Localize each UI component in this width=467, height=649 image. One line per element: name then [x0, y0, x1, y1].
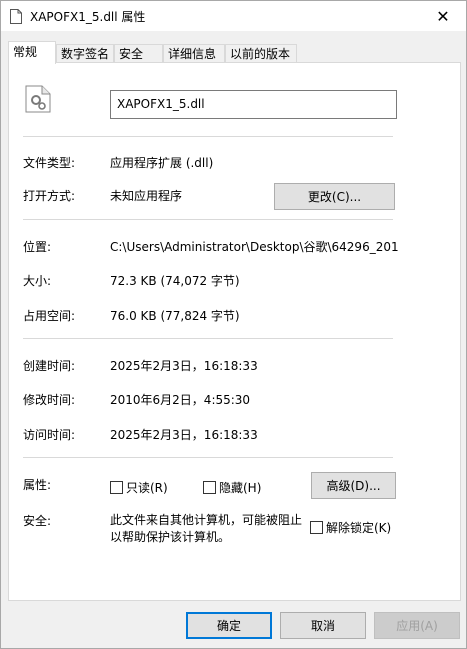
ok-button[interactable]: 确定 — [186, 612, 272, 639]
open-with-value: 未知应用程序 — [110, 189, 183, 203]
hidden-label: 隐藏(H) — [219, 481, 262, 495]
disk-size-label: 占用空间: — [23, 309, 76, 323]
unblock-checkbox[interactable]: 解除锁定(K) — [310, 519, 391, 536]
security-warning-text: 此文件来自其他计算机，可能被阻止以帮助保护该计算机。 — [110, 513, 303, 544]
modified-value: 2010年6月2日，4:55:30 — [110, 393, 251, 407]
unblock-label: 解除锁定(K) — [326, 521, 392, 535]
tab-general[interactable]: 常规 — [8, 41, 56, 64]
close-icon: ✕ — [436, 6, 450, 26]
accessed-label: 访问时间: — [23, 428, 76, 442]
accessed-value: 2025年2月3日，16:18:33 — [110, 428, 258, 442]
tab-security[interactable]: 安全 — [114, 44, 163, 63]
separator — [23, 136, 393, 137]
file-type-value: 应用程序扩展 (.dll) — [110, 156, 214, 170]
hidden-checkbox[interactable]: 隐藏(H) — [203, 479, 261, 496]
dll-file-icon — [25, 85, 51, 113]
window-title: XAPOFX1_5.dll 属性 — [30, 10, 146, 24]
tab-previous-versions[interactable]: 以前的版本 — [225, 44, 297, 63]
apply-button[interactable]: 应用(A) — [374, 612, 460, 639]
tab-details[interactable]: 详细信息 — [163, 44, 225, 63]
advanced-button[interactable]: 高级(D)... — [311, 472, 396, 499]
tab-digital-signatures[interactable]: 数字签名 — [56, 44, 114, 63]
checkbox-box[interactable] — [110, 481, 123, 494]
location-label: 位置: — [23, 240, 52, 254]
file-icon — [10, 9, 22, 24]
readonly-label: 只读(R) — [126, 481, 168, 495]
modified-label: 修改时间: — [23, 393, 76, 407]
change-button[interactable]: 更改(C)... — [274, 183, 395, 210]
general-panel: XAPOFX1_5.dll 文件类型: 应用程序扩展 (.dll) 打开方式: … — [8, 62, 461, 601]
size-value: 72.3 KB (74,072 字节) — [110, 274, 240, 288]
checkbox-box[interactable] — [310, 521, 323, 534]
separator — [23, 219, 393, 220]
disk-size-value: 76.0 KB (77,824 字节) — [110, 309, 240, 323]
close-button[interactable]: ✕ — [420, 1, 466, 31]
cancel-button[interactable]: 取消 — [280, 612, 366, 639]
file-name-input[interactable]: XAPOFX1_5.dll — [110, 90, 397, 119]
separator — [23, 457, 393, 458]
created-label: 创建时间: — [23, 359, 76, 373]
open-with-label: 打开方式: — [23, 189, 76, 203]
size-label: 大小: — [23, 274, 52, 288]
separator — [23, 338, 393, 339]
created-value: 2025年2月3日，16:18:33 — [110, 359, 258, 373]
readonly-checkbox[interactable]: 只读(R) — [110, 479, 168, 496]
attributes-label: 属性: — [23, 478, 52, 492]
location-value: C:\Users\Administrator\Desktop\谷歌\64296_… — [110, 240, 398, 254]
properties-window: XAPOFX1_5.dll 属性 ✕ 常规 数字签名 安全 详细信息 以前的版本… — [0, 0, 467, 649]
file-type-label: 文件类型: — [23, 156, 76, 170]
checkbox-box[interactable] — [203, 481, 216, 494]
security-label: 安全: — [23, 514, 52, 528]
title-bar: XAPOFX1_5.dll 属性 ✕ — [1, 1, 466, 31]
